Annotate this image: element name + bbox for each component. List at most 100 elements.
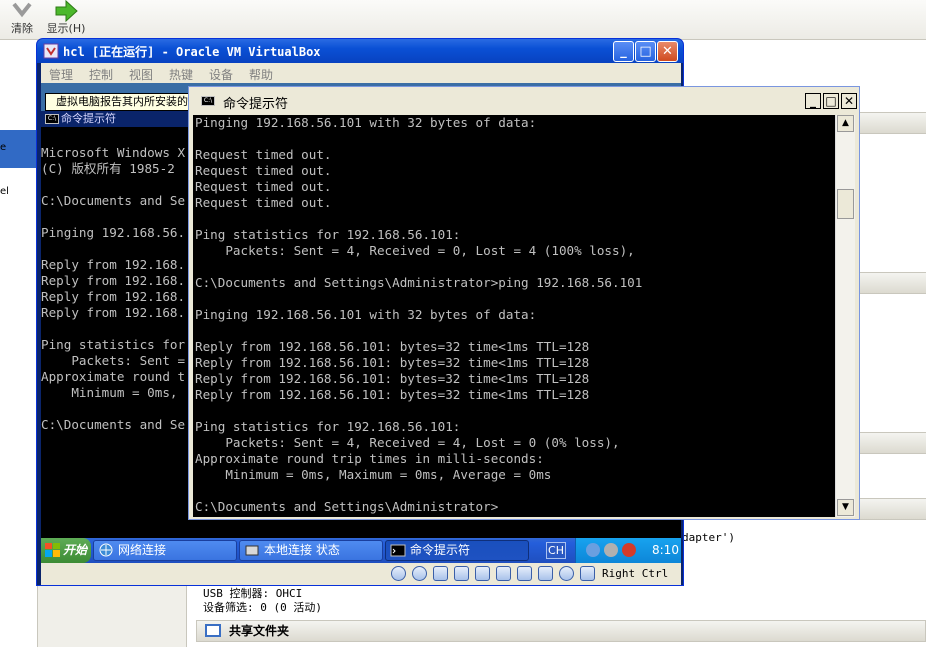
task-label: 命令提示符 [410,543,471,557]
vm-statusbar: Right Ctrl [41,563,681,585]
scroll-thumb[interactable] [837,189,854,219]
vm-window-title: hcl [正在运行] - Oracle VM VirtualBox [63,45,321,59]
console-line: Request timed out. [195,195,332,210]
host-key-icon[interactable] [580,566,595,581]
console-line: Reply from 192.168.56.101: bytes=32 time… [195,387,590,402]
show-button[interactable]: 显示(H) [44,0,88,40]
task-network-connections[interactable]: 网络连接 [93,540,237,561]
host-vm-list: e el [0,40,38,647]
scroll-down-button[interactable]: ▼ [837,499,854,516]
guest-taskbar: 开始 网络连接 本地连接 状态 命令提示符 CH 8:10 [41,538,681,563]
guest-balloon-tooltip[interactable]: 虚拟电脑报告其内所安装的 [45,93,205,111]
usb-icon[interactable] [433,566,448,581]
console-line: (C) 版权所有 1985-2 [41,161,175,176]
front-console-body[interactable]: Pinging 192.168.56.101 with 32 bytes of … [193,115,835,517]
front-console-title: 命令提示符 [223,97,289,112]
console-line: Pinging 192.168.56.101 with 32 bytes of … [195,307,537,322]
console-line: Pinging 192.168.56. [41,225,186,240]
close-button[interactable]: ✕ [657,41,678,62]
network-tray-icon[interactable] [586,543,600,557]
task-command-prompt[interactable]: 命令提示符 [385,540,529,561]
host-key-label: Right Ctrl [602,567,669,580]
clear-icon [12,2,32,18]
console-line: Ping statistics for 192.168.56.101: [195,419,461,434]
console-line: Reply from 192.168. [41,305,186,320]
back-console-titlebar[interactable]: C:\ 命令提示符 [41,111,201,127]
menu-view[interactable]: 视图 [129,66,153,83]
optical-drive-icon[interactable] [412,566,427,581]
clear-label: 清除 [11,22,33,35]
network-icon [99,543,113,557]
host-details-text: dapter') [682,531,735,544]
console-line: Microsoft Windows X [41,145,186,160]
folder-icon [205,624,221,637]
start-button[interactable]: 开始 [41,538,91,563]
menu-control[interactable]: 控制 [89,66,113,83]
console-line: Reply from 192.168. [41,257,186,272]
console-scrollbar[interactable]: ▲ ▼ [835,115,855,517]
connection-icon [245,545,259,556]
console-icon: C:\ [45,114,59,124]
video-capture-icon[interactable] [517,566,532,581]
network-icon[interactable] [475,566,490,581]
console-line: Reply from 192.168. [41,273,186,288]
task-label: 本地连接 状态 [264,543,340,557]
console-line: C:\Documents and Settings\Administrator>… [195,275,643,290]
console-line: Reply from 192.168.56.101: bytes=32 time… [195,371,590,386]
virtualbox-icon [43,43,59,59]
host-list-text-2: el [0,186,9,197]
cpu-icon[interactable] [538,566,553,581]
minimize-button[interactable]: _ [613,41,634,62]
vm-menubar: 管理 控制 视图 热键 设备 帮助 [41,63,681,83]
console-line: Pinging 192.168.56.101 with 32 bytes of … [195,115,537,130]
task-local-connection-status[interactable]: 本地连接 状态 [239,540,383,561]
clock: 8:10 [652,543,679,557]
console-line: Packets: Sent = 4, Received = 0, Lost = … [195,243,635,258]
console-line: Reply from 192.168.56.101: bytes=32 time… [195,339,590,354]
console-line: Request timed out. [195,163,332,178]
console-line: Request timed out. [195,147,332,162]
green-arrow-icon [55,0,78,22]
back-console-title: 命令提示符 [61,112,116,125]
host-toolbar: 清除 显示(H) [0,0,926,40]
menu-hotkey[interactable]: 热键 [169,66,193,83]
front-console-titlebar[interactable]: C:\ 命令提示符 _ □ ✕ [191,89,857,113]
start-label: 开始 [63,543,88,557]
shared-folder-icon[interactable] [454,566,469,581]
menu-devices[interactable]: 设备 [209,66,233,83]
console-line: Reply from 192.168.56.101: bytes=32 time… [195,355,590,370]
hard-disk-icon[interactable] [391,566,406,581]
vm-titlebar[interactable]: hcl [正在运行] - Oracle VM VirtualBox _ □ ✕ [37,39,683,63]
close-button[interactable]: ✕ [841,93,857,109]
scroll-up-button[interactable]: ▲ [837,115,854,132]
menu-help[interactable]: 帮助 [249,66,273,83]
mouse-integration-icon[interactable] [559,566,574,581]
console-line: C:\Documents and Se [41,193,186,208]
shared-folders-label: 共享文件夹 [229,624,290,638]
console-icon [390,544,406,557]
console-line: Ping statistics for 192.168.56.101: [195,227,461,242]
maximize-button[interactable]: □ [635,41,656,62]
clear-button[interactable]: 清除 [0,0,44,40]
console-line: Minimum = 0ms, [41,385,178,400]
console-line: Approximate round t [41,369,186,384]
system-tray: 8:10 [575,538,681,563]
security-shield-icon[interactable] [622,543,636,557]
console-line: Ping statistics for [41,337,186,352]
console-line: Packets: Sent = [41,353,186,368]
display-icon[interactable] [496,566,511,581]
language-indicator[interactable]: CH [546,542,566,559]
shared-folders-header[interactable]: 共享文件夹 [196,620,926,642]
console-icon: C:\ [201,96,215,106]
console-line: C:\Documents and Se [41,417,186,432]
volume-icon[interactable] [604,543,618,557]
menu-manage[interactable]: 管理 [49,66,73,83]
windows-flag-icon [45,543,60,557]
console-line: C:\Documents and Settings\Administrator> [195,499,499,514]
maximize-button[interactable]: □ [823,93,839,109]
console-line: Minimum = 0ms, Maximum = 0ms, Average = … [195,467,552,482]
minimize-button[interactable]: _ [805,93,821,109]
task-label: 网络连接 [118,543,167,557]
front-console-window[interactable]: C:\ 命令提示符 _ □ ✕ Pinging 192.168.56.101 w… [188,86,860,520]
console-line: Approximate round trip times in milli-se… [195,451,544,466]
